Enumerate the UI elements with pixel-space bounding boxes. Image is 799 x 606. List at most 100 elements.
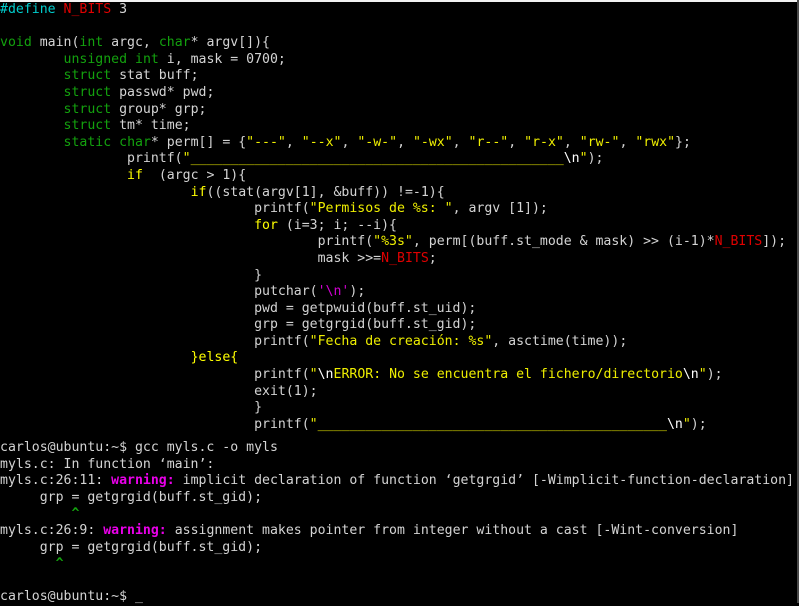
code-token: printf( <box>317 234 374 250</box>
code-token: mask >>= <box>317 250 382 266</box>
code-token: '\n' <box>317 284 350 300</box>
code-token: \n <box>666 416 683 432</box>
shell-line: carlos@ubuntu:~$ gcc myls.c -o myls <box>0 440 797 457</box>
shell-token: assignment makes pointer from integer wi… <box>166 522 739 538</box>
code-token: \n <box>317 367 334 383</box>
code-line: pwd = getpwuid(buff.st_uid); <box>0 301 797 318</box>
code-token: unsigned <box>63 51 128 67</box>
code-line: putchar('\n'); <box>0 284 797 301</box>
code-token: "---" <box>246 134 286 150</box>
shell-token: grp = getgrgid(buff.st_gid); <box>0 489 263 505</box>
code-token: "_______________________________________… <box>182 151 564 167</box>
code-token: ]); <box>762 234 787 250</box>
code-line: grp = getgrgid(buff.st_gid); <box>0 317 797 334</box>
code-token: char <box>158 35 191 51</box>
code-token: tm* time; <box>111 118 191 134</box>
code-token: argc, <box>103 35 159 51</box>
shell-token: myls.c:26:9: <box>0 522 104 538</box>
shell-token: myls.c:26:11: <box>0 473 112 489</box>
code-token: printf( <box>127 151 183 167</box>
shell-line: carlos@ubuntu:~$ _ <box>0 589 797 606</box>
code-token: struct <box>63 84 112 100</box>
code-line: printf("Permisos de %s: ", argv [1]); <box>0 201 797 218</box>
code-token: " <box>579 151 588 167</box>
code-token: passwd* pwd; <box>111 84 215 100</box>
code-token: ); <box>587 151 604 167</box>
code-line: if (argc > 1){ <box>0 168 797 185</box>
code-token: N_BITS <box>381 250 429 266</box>
shell-token <box>0 506 71 521</box>
code-token: , <box>285 134 302 150</box>
shell-token: myls.c: In function ‘main’: <box>0 456 215 472</box>
code-line: static char* perm[] = {"---", "--x", "-w… <box>0 135 797 152</box>
shell-token: carlos@ubuntu:~$ <box>0 589 135 605</box>
code-token: , <box>452 134 469 150</box>
code-token: struct <box>63 101 112 117</box>
shell-token: carlos@ubuntu:~$ gcc myls.c -o myls <box>0 440 278 455</box>
shell-line: myls.c: In function ‘main’: <box>0 457 797 474</box>
code-line: printf("Fecha de creación: %s", asctime(… <box>0 334 797 351</box>
code-token: "r-x" <box>524 134 564 150</box>
shell-token: warning: <box>111 473 175 489</box>
code-token: "%3s" <box>373 234 413 250</box>
shell-line: ^ <box>0 506 797 523</box>
code-token: " <box>309 367 318 383</box>
code-token: "rwx" <box>635 134 676 150</box>
code-line: printf("\nERROR: No se encuentra el fich… <box>0 367 797 384</box>
code-token: static <box>63 134 112 150</box>
shell-token: ^ <box>55 556 64 572</box>
code-token: " <box>698 367 707 383</box>
code-line: mask >>=N_BITS; <box>0 251 797 268</box>
code-token: if <box>127 167 143 183</box>
code-token: , <box>341 134 358 150</box>
shell-token: warning: <box>103 522 167 538</box>
code-token: , <box>397 134 413 150</box>
code-line: }else{ <box>0 350 797 367</box>
code-token: (i=3; i; --i){ <box>277 217 397 233</box>
code-token: * argv[]){ <box>190 35 270 51</box>
terminal-window: #define N_BITS 3 void main(int argc, cha… <box>0 0 799 606</box>
code-token: \n <box>682 367 699 383</box>
code-line: void main(int argc, char* argv[]){ <box>0 35 797 52</box>
code-token: printf( <box>254 416 310 432</box>
code-line: if((stat(argv[1], &buff)) !=-1){ <box>0 185 797 202</box>
code-token: int <box>135 51 159 67</box>
code-token: , <box>619 134 636 150</box>
code-line: printf("%3s", perm[(buff.st_mode & mask)… <box>0 234 797 251</box>
code-token: "_______________________________________… <box>309 416 667 432</box>
code-token: struct <box>63 68 112 84</box>
code-token: } <box>0 400 263 416</box>
code-token: * perm[] = { <box>150 134 247 150</box>
code-token: ); <box>706 367 723 383</box>
shell-token: implicit declaration of function ‘getgrg… <box>174 473 794 489</box>
shell-output-pane[interactable]: carlos@ubuntu:~$ gcc myls.c -o myls myls.… <box>0 440 797 606</box>
code-token: void <box>0 35 32 51</box>
code-token: "r--" <box>468 134 509 150</box>
shell-line: myls.c:26:11: warning: implicit declarat… <box>0 473 797 490</box>
shell-line: ^ <box>0 556 797 573</box>
code-token: , argv [1]); <box>452 201 548 217</box>
code-token: "--x" <box>301 134 342 150</box>
code-token: grp = getgrgid(buff.st_gid); <box>0 317 477 333</box>
code-token: , perm[(buff.st_mode & mask) >> (i-1)* <box>412 234 715 250</box>
shell-token: grp = getgrgid(buff.st_gid); <box>0 539 263 555</box>
code-token: main( <box>31 35 80 51</box>
code-token: , <box>563 134 580 150</box>
code-token: group* grp; <box>111 101 207 117</box>
code-token: N_BITS <box>714 234 763 250</box>
shell-token: _ <box>134 589 143 605</box>
code-editor-pane[interactable]: #define N_BITS 3 void main(int argc, cha… <box>0 2 797 432</box>
code-token: struct <box>63 118 112 134</box>
code-token: printf( <box>254 367 310 383</box>
code-token: stat buff; <box>111 68 199 84</box>
code-token: exit(1); <box>0 383 318 399</box>
